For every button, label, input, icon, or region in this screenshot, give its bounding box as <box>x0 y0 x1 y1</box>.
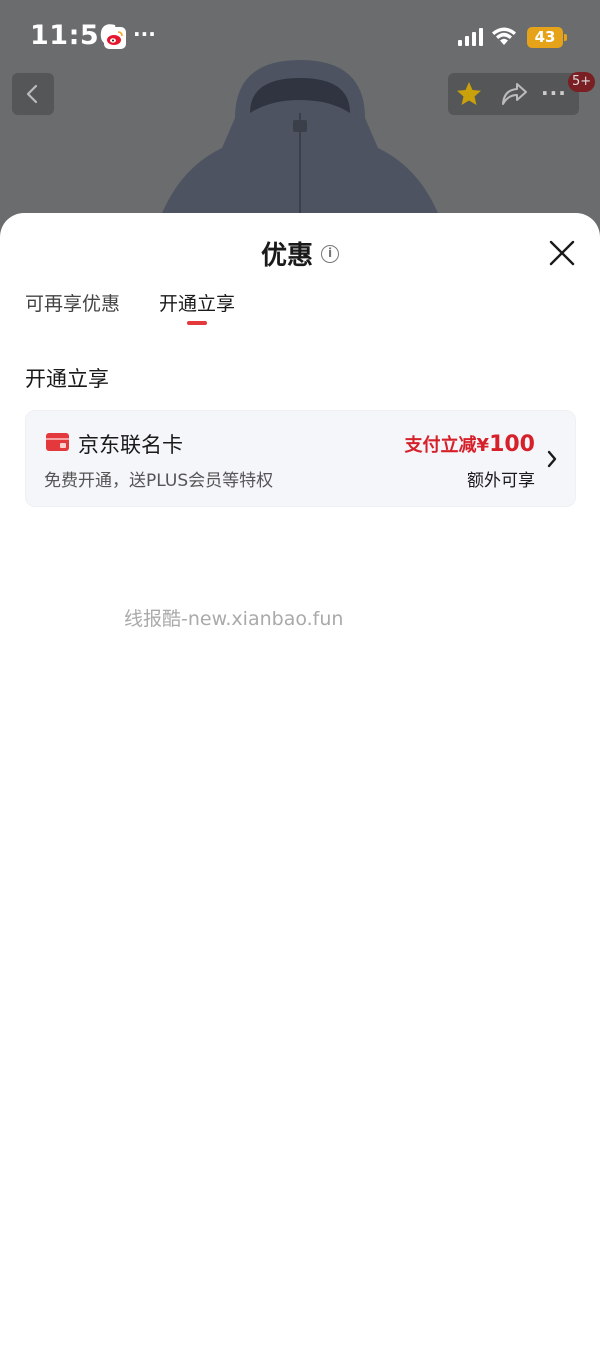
discount-bottom-sheet: 优惠 i 可再享优惠 开通立享 开通立享 京东联名卡 免费开通，送PLUS会员等特… <box>0 213 600 1366</box>
offer-currency: ¥ <box>476 435 490 456</box>
tab-open-and-enjoy[interactable]: 开通立享 <box>159 289 235 316</box>
card-extra-text: 额外可享 <box>467 471 535 491</box>
tab-bar: 可再享优惠 开通立享 <box>0 289 600 329</box>
more-dots-icon: ··· <box>133 22 156 46</box>
battery-indicator: 43 <box>527 27 567 48</box>
card-description: 免费开通，送PLUS会员等特权 <box>44 471 274 491</box>
info-icon[interactable]: i <box>321 244 339 263</box>
back-button[interactable] <box>12 73 54 115</box>
offer-label: 支付立减 <box>404 435 477 456</box>
more-icon[interactable]: ··· <box>541 81 567 105</box>
active-tab-indicator <box>187 321 207 325</box>
star-icon[interactable] <box>455 80 483 108</box>
battery-level: 43 <box>534 28 556 46</box>
product-toolbar: ··· <box>448 73 579 115</box>
sheet-title: 优惠 i <box>0 235 600 272</box>
weibo-icon <box>104 27 126 49</box>
sheet-title-text: 优惠 <box>260 241 313 271</box>
wifi-icon <box>492 27 516 45</box>
watermark-text: 线报酷-new.xianbao.fun <box>124 608 344 630</box>
chevron-right-icon <box>547 450 557 468</box>
back-icon <box>26 84 38 104</box>
tab-more-discounts[interactable]: 可再享优惠 <box>25 289 120 316</box>
offer-amount: 100 <box>489 432 535 457</box>
signal-icon <box>458 28 483 46</box>
card-offer: 支付立减¥100 <box>405 431 535 457</box>
close-icon[interactable] <box>548 239 576 267</box>
jd-cobrand-card-offer[interactable]: 京东联名卡 免费开通，送PLUS会员等特权 支付立减¥100 额外可享 <box>25 410 576 507</box>
credit-card-icon <box>46 433 69 451</box>
section-title: 开通立享 <box>25 367 109 391</box>
card-name: 京东联名卡 <box>78 433 183 457</box>
message-badge: 5+ <box>568 72 596 92</box>
share-icon[interactable] <box>500 81 528 107</box>
status-bar: 11:56 ··· 43 <box>0 0 600 74</box>
